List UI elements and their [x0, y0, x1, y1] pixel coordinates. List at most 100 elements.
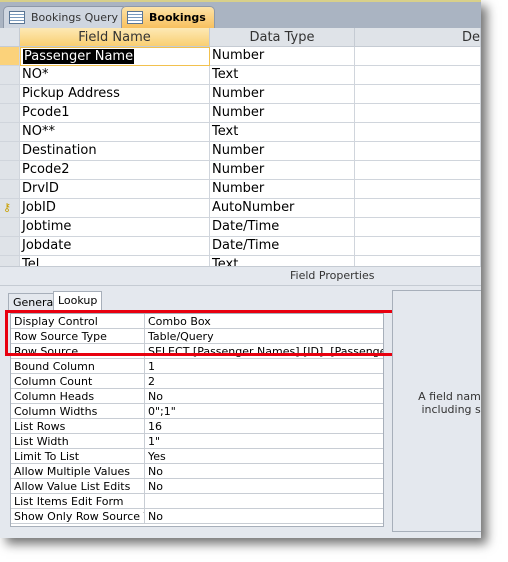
field-name-cell[interactable]: DrvID — [20, 180, 210, 199]
tab-lookup[interactable]: Lookup — [53, 291, 103, 312]
data-type-cell[interactable]: Number — [210, 161, 355, 180]
column-header-description[interactable]: De — [355, 28, 481, 47]
row-selector[interactable] — [0, 104, 20, 123]
property-value[interactable]: 1" — [145, 434, 383, 449]
row-selector[interactable] — [0, 256, 20, 266]
field-row[interactable]: Destination Number — [0, 142, 481, 161]
data-type-cell[interactable]: Date/Time — [210, 218, 355, 237]
data-type-cell[interactable]: Text — [210, 66, 355, 85]
field-name-cell[interactable]: Jobtime — [20, 218, 210, 237]
property-row: Allow Multiple Values No — [11, 464, 383, 479]
description-cell[interactable] — [355, 237, 481, 256]
table-design-window: Bookings Query Bookings Field Name Data … — [0, 0, 481, 538]
select-all-corner[interactable] — [0, 28, 20, 47]
row-selector[interactable] — [0, 47, 20, 66]
description-cell[interactable] — [355, 104, 481, 123]
row-selector[interactable] — [0, 180, 20, 199]
field-name-cell[interactable]: Tel — [20, 256, 210, 266]
row-selector[interactable] — [0, 218, 20, 237]
field-row[interactable]: NO* Text — [0, 66, 481, 85]
document-tabs: Bookings Query Bookings — [0, 0, 481, 29]
data-type-cell[interactable]: Date/Time — [210, 237, 355, 256]
tab-bookings[interactable]: Bookings — [121, 6, 215, 28]
data-type-cell[interactable]: AutoNumber — [210, 199, 355, 218]
data-type-cell[interactable]: Number — [210, 47, 355, 66]
field-name-cell[interactable]: Pcode2 — [20, 161, 210, 180]
property-label: List Items Edit Form — [11, 494, 145, 509]
field-name-cell[interactable]: Passenger Name — [20, 47, 210, 66]
property-label: Show Only Row Source V — [11, 509, 145, 524]
field-row[interactable]: Tel Text — [0, 256, 481, 266]
description-cell[interactable] — [355, 142, 481, 161]
data-type-cell[interactable]: Number — [210, 85, 355, 104]
field-grid: Field Name Data Type De Passenger Name N… — [0, 28, 481, 266]
field-name-cell[interactable]: Destination — [20, 142, 210, 161]
property-row: Show Only Row Source V No — [11, 509, 383, 524]
property-label: Limit To List — [11, 449, 145, 464]
row-selector[interactable] — [0, 66, 20, 85]
property-label: Allow Multiple Values — [11, 464, 145, 479]
property-value[interactable]: 0";1" — [145, 404, 383, 419]
property-value[interactable]: No — [145, 479, 383, 494]
data-type-cell[interactable]: Number — [210, 180, 355, 199]
description-cell[interactable] — [355, 199, 481, 218]
row-selector[interactable] — [0, 237, 20, 256]
field-row[interactable]: Jobdate Date/Time — [0, 237, 481, 256]
property-value[interactable]: No — [145, 389, 383, 404]
field-row[interactable]: Passenger Name Number — [0, 47, 481, 66]
property-label: Column Heads — [11, 389, 145, 404]
field-name-cell[interactable]: NO** — [20, 123, 210, 142]
tab-bookings-query[interactable]: Bookings Query — [3, 6, 128, 28]
data-type-cell[interactable]: Text — [210, 123, 355, 142]
data-type-cell[interactable]: Text — [210, 256, 355, 266]
property-value[interactable]: Yes — [145, 449, 383, 464]
table-icon — [127, 11, 143, 24]
field-row[interactable]: DrvID Number — [0, 180, 481, 199]
column-header-field-name[interactable]: Field Name — [20, 28, 210, 47]
property-label: Allow Value List Edits — [11, 479, 145, 494]
property-value[interactable] — [145, 494, 383, 509]
field-name-cell[interactable]: JobID — [20, 199, 210, 218]
description-cell[interactable] — [355, 85, 481, 104]
primary-key-icon: ⚷ — [3, 201, 12, 214]
description-cell[interactable] — [355, 161, 481, 180]
field-properties-bar: Field Properties — [0, 266, 481, 286]
description-cell[interactable] — [355, 123, 481, 142]
field-name-cell[interactable]: NO* — [20, 66, 210, 85]
row-selector[interactable] — [0, 161, 20, 180]
description-cell[interactable] — [355, 218, 481, 237]
description-cell[interactable] — [355, 180, 481, 199]
field-row[interactable]: Pcode2 Number — [0, 161, 481, 180]
property-value[interactable]: 1 — [145, 359, 383, 374]
property-row: List Width 1" — [11, 434, 383, 449]
field-name-cell[interactable]: Jobdate — [20, 237, 210, 256]
row-selector[interactable]: ⚷ — [0, 199, 20, 218]
property-value[interactable]: 16 — [145, 419, 383, 434]
field-row[interactable]: Pcode1 Number — [0, 104, 481, 123]
data-type-cell[interactable]: Number — [210, 142, 355, 161]
field-row[interactable]: ⚷ JobID AutoNumber — [0, 199, 481, 218]
property-row: Column Count 2 — [11, 374, 383, 389]
description-cell[interactable] — [355, 47, 481, 66]
property-label: Bound Column — [11, 359, 145, 374]
field-row[interactable]: NO** Text — [0, 123, 481, 142]
property-row: Bound Column 1 — [11, 359, 383, 374]
description-cell[interactable] — [355, 256, 481, 266]
property-value[interactable]: 2 — [145, 374, 383, 389]
column-header-data-type[interactable]: Data Type — [210, 28, 355, 47]
field-name-cell[interactable]: Pickup Address — [20, 85, 210, 104]
property-row: Allow Value List Edits No — [11, 479, 383, 494]
field-name-cell[interactable]: Pcode1 — [20, 104, 210, 123]
field-row[interactable]: Pickup Address Number — [0, 85, 481, 104]
row-selector[interactable] — [0, 123, 20, 142]
description-cell[interactable] — [355, 66, 481, 85]
property-value[interactable]: No — [145, 509, 383, 524]
property-label: List Rows — [11, 419, 145, 434]
data-type-cell[interactable]: Number — [210, 104, 355, 123]
property-row: List Items Edit Form — [11, 494, 383, 509]
field-row[interactable]: Jobtime Date/Time — [0, 218, 481, 237]
property-label: Column Widths — [11, 404, 145, 419]
row-selector[interactable] — [0, 85, 20, 104]
property-value[interactable]: No — [145, 464, 383, 479]
row-selector[interactable] — [0, 142, 20, 161]
